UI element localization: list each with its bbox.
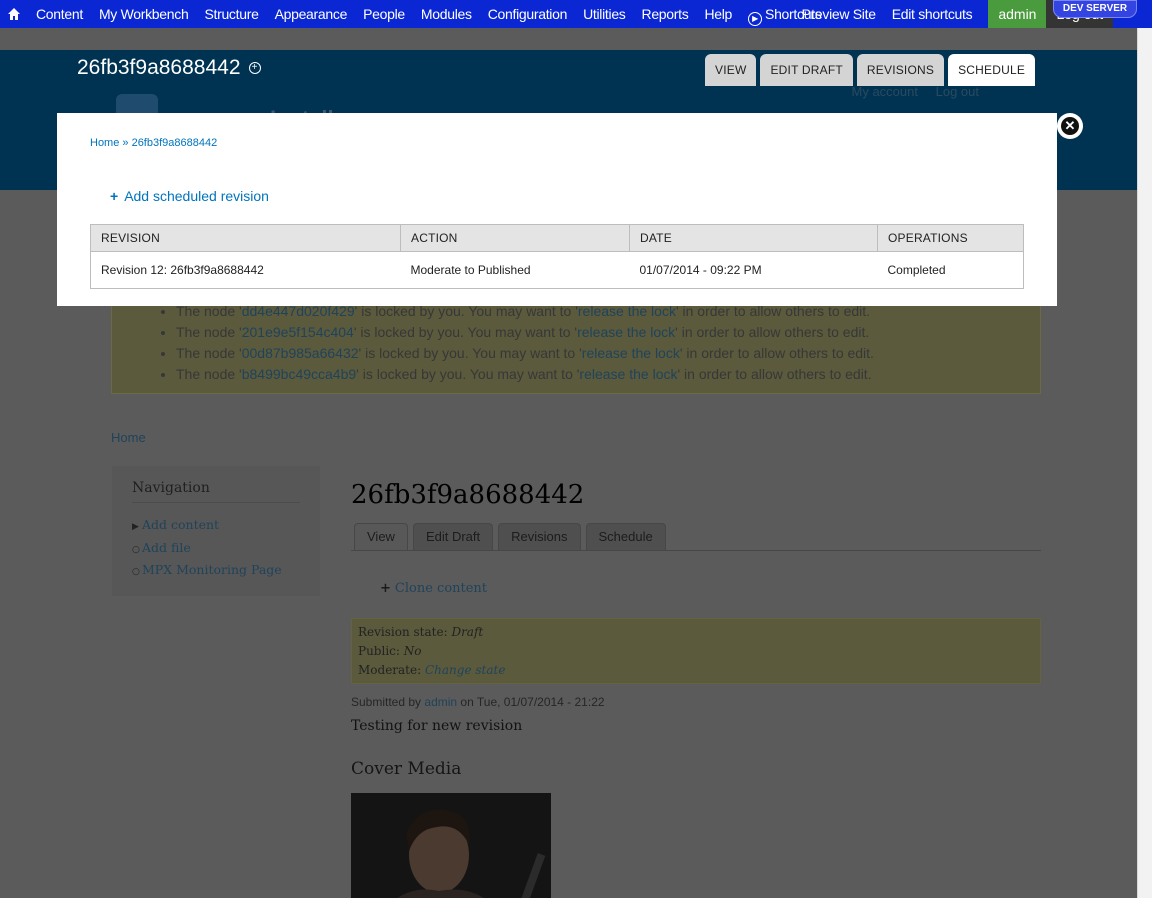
toolbar-reports[interactable]: Reports [634, 0, 697, 28]
table-row: Revision 12: 26fb3f9a8688442 Moderate to… [90, 251, 1024, 289]
public-value: No [403, 644, 422, 658]
date-cell: 01/07/2014 - 09:22 PM [629, 251, 878, 289]
toolbar-modules[interactable]: Modules [413, 0, 480, 28]
release-lock-link[interactable]: release the lock [579, 366, 677, 382]
secondary-menu: My account Log out [838, 84, 979, 99]
toolbar-my-workbench[interactable]: My Workbench [91, 0, 197, 28]
overlay-tab-edit-draft[interactable]: EDIT DRAFT [760, 54, 853, 86]
toolbar-edit-shortcuts[interactable]: Edit shortcuts [884, 0, 981, 28]
window-scrollbar[interactable] [1137, 28, 1152, 898]
toolbar-content[interactable]: Content [28, 0, 91, 28]
toolbar-utilities[interactable]: Utilities [575, 0, 633, 28]
overlay-tab-schedule[interactable]: SCHEDULE [948, 54, 1036, 86]
author-link[interactable]: admin [424, 695, 457, 709]
action-cell: Moderate to Published [400, 251, 630, 289]
home-icon[interactable] [0, 0, 28, 28]
release-lock-link[interactable]: release the lock [582, 345, 680, 361]
column-header-action: ACTION [400, 224, 630, 252]
circle-bullet-icon: ○ [132, 567, 140, 577]
toolbar-shortcuts[interactable]: ▶ Shortcuts [740, 0, 829, 28]
toolbar-appearance[interactable]: Appearance [267, 0, 356, 28]
revision-info: Revision state: Draft Public: No Moderat… [351, 618, 1041, 684]
page-title: 26fb3f9a8688442 [351, 480, 585, 510]
overlay-title: 26fb3f9a8688442 + [77, 56, 261, 80]
toolbar-people[interactable]: People [355, 0, 413, 28]
add-scheduled-revision-link[interactable]: + Add scheduled revision [110, 188, 269, 204]
page-tabs: View Edit Draft Revisions Schedule [354, 523, 671, 550]
node-link[interactable]: 201e9e5f154c404 [242, 324, 354, 340]
toolbar-configuration[interactable]: Configuration [480, 0, 575, 28]
shortcuts-label: Shortcuts [765, 6, 822, 22]
navigation-title: Navigation [132, 480, 300, 503]
nav-item-mpx-monitoring[interactable]: ○ MPX Monitoring Page [132, 560, 300, 583]
lock-message: The node 'b8499bc49cca4b9' is locked by … [176, 364, 1040, 385]
close-overlay-button[interactable]: ✕ [1057, 113, 1083, 139]
cover-media-image [351, 793, 551, 898]
page-breadcrumb[interactable]: Home [111, 430, 146, 445]
tab-schedule[interactable]: Schedule [585, 523, 666, 550]
tab-edit-draft[interactable]: Edit Draft [412, 523, 494, 550]
navigation-block: Navigation ▶ Add content ○ Add file ○ MPX M… [112, 466, 320, 596]
dev-server-badge: DEV SERVER [1053, 0, 1137, 18]
header-logout-link[interactable]: Log out [936, 84, 979, 99]
node-link[interactable]: 00d87b985a66432 [242, 345, 359, 361]
overlay-tab-view[interactable]: VIEW [705, 54, 757, 86]
add-shortcut-icon[interactable]: + [248, 62, 261, 75]
my-account-link[interactable]: My account [852, 84, 918, 99]
nav-item-add-file[interactable]: ○ Add file [132, 538, 300, 561]
plus-icon: + [110, 188, 119, 204]
node-body: Testing for new revision [351, 718, 523, 734]
toolbar-admin-user[interactable]: admin [988, 0, 1047, 28]
circle-bullet-icon: ○ [132, 544, 140, 555]
submitted-info: Submitted by admin on Tue, 01/07/2014 - … [351, 695, 605, 709]
lock-message: The node '00d87b985a66432' is locked by … [176, 343, 1040, 364]
operations-cell: Completed [877, 251, 1024, 289]
triangle-bullet-icon: ▶ [132, 522, 139, 532]
schedule-overlay: Home » 26fb3f9a8688442 + Add scheduled re… [57, 113, 1057, 306]
overlay-tab-revisions[interactable]: REVISIONS [856, 54, 945, 86]
overlay-breadcrumb[interactable]: Home » 26fb3f9a8688442 [90, 137, 217, 149]
column-header-revision: REVISION [90, 224, 401, 252]
tabs-divider [351, 550, 1041, 551]
plus-icon: + [380, 581, 391, 596]
revision-cell: Revision 12: 26fb3f9a8688442 [90, 251, 401, 289]
nav-item-add-content[interactable]: ▶ Add content [132, 515, 300, 538]
change-state-link[interactable]: Change state [425, 663, 505, 677]
close-icon: ✕ [1061, 117, 1079, 135]
column-header-date: DATE [629, 224, 878, 252]
tab-view[interactable]: View [354, 523, 408, 550]
release-lock-link[interactable]: release the lock [577, 324, 675, 340]
toolbar-structure[interactable]: Structure [196, 0, 266, 28]
schedule-table: REVISION ACTION DATE OPERATIONS Revision… [90, 224, 1024, 289]
node-link[interactable]: b8499bc49cca4b9 [242, 366, 356, 382]
lock-message: The node '201e9e5f154c404' is locked by … [176, 322, 1040, 343]
column-header-operations: OPERATIONS [877, 224, 1024, 252]
cover-media-heading: Cover Media [351, 759, 462, 779]
revision-state-value: Draft [451, 625, 484, 639]
toolbar-help[interactable]: Help [696, 0, 740, 28]
shortcuts-toggle-icon: ▶ [748, 12, 763, 26]
clone-content-link[interactable]: + Clone content [380, 581, 487, 596]
admin-toolbar: Content My Workbench Structure Appearanc… [0, 0, 1152, 28]
overlay-tabs: VIEW EDIT DRAFT REVISIONS SCHEDULE [705, 54, 1039, 86]
tab-revisions[interactable]: Revisions [498, 523, 581, 550]
